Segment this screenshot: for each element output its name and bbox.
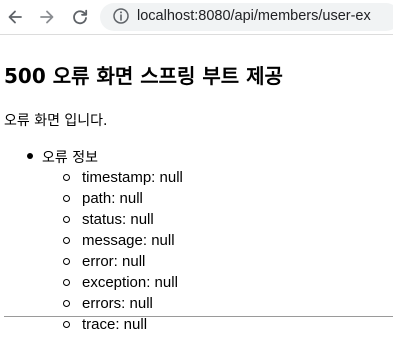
field-text: path: null [82,190,143,207]
field-text: timestamp: null [82,169,183,186]
list-item: message: null [42,230,183,251]
field-text: error: null [82,253,146,270]
bullet-circle-icon [63,279,70,286]
field-text: exception: null [82,274,178,291]
field-text: trace: null [82,316,148,333]
field-text: errors: null [82,295,153,312]
list-item: path: null [42,188,183,209]
arrow-left-icon [8,10,22,24]
list-item: status: null [42,209,183,230]
list-item: errors: null [42,293,183,314]
info-icon[interactable] [112,7,130,25]
list-item: timestamp: null [42,167,183,188]
arrow-right-icon [40,10,54,24]
page-description: 오류 화면 입니다. [4,113,108,129]
browser-toolbar: localhost:8080/api/members/user-ex [0,0,393,35]
bullet-circle-icon [63,216,70,223]
list-item: error: null [42,251,183,272]
bullet-circle-icon [63,300,70,307]
bullet-circle-icon [63,321,70,328]
bullet-circle-icon [63,195,70,202]
reload-button[interactable] [69,6,91,28]
page-title: 500 오류 화면 스프링 부트 제공 [4,64,283,88]
horizontal-rule [4,316,393,317]
field-text: status: null [82,211,154,228]
bullet-circle-icon [63,237,70,244]
error-field-list: timestamp: null path: null status: null … [42,167,183,335]
list-item: exception: null [42,272,183,293]
reload-icon [73,9,88,25]
back-button[interactable] [4,6,26,28]
bullet-disc-icon [27,153,33,159]
bullet-circle-icon [63,258,70,265]
field-text: message: null [82,232,175,249]
error-info-item: 오류 정보 timestamp: null path: null status:… [4,147,183,335]
list-item: trace: null [42,314,183,335]
forward-button[interactable] [36,6,58,28]
url-text[interactable]: localhost:8080/api/members/user-ex [137,8,371,24]
bullet-circle-icon [63,174,70,181]
error-info-list: 오류 정보 timestamp: null path: null status:… [4,147,183,335]
error-info-label: 오류 정보 [42,150,98,166]
